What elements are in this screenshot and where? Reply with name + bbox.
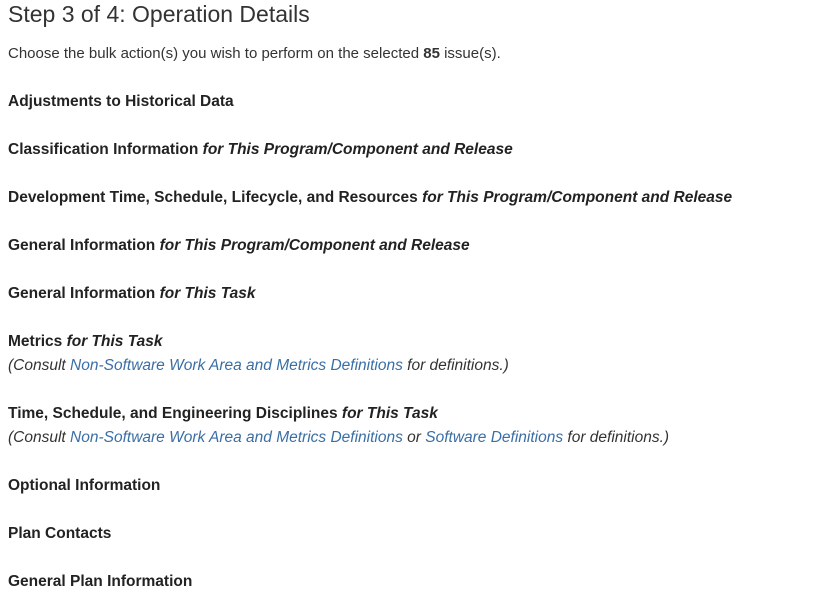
section-qualifier: for This Task <box>341 405 438 422</box>
section-label: Development Time, Schedule, Lifecycle, a… <box>8 189 418 206</box>
section-historical-data: Adjustments to Historical Data <box>8 93 234 111</box>
section-qualifier: for This Program/Component and Release <box>202 141 513 158</box>
section-qualifier: for This Task <box>159 285 256 302</box>
section-qualifier: for This Program/Component and Release <box>422 189 733 206</box>
section-toggle-general-plan[interactable]: General Plan Information <box>8 573 192 591</box>
section-toggle-historical-data[interactable]: Adjustments to Historical Data <box>8 93 234 111</box>
section-metrics: Metrics for This Task (Consult Non-Softw… <box>8 333 509 375</box>
section-development: Development Time, Schedule, Lifecycle, a… <box>8 189 732 207</box>
section-toggle-classification[interactable]: Classification Information for This Prog… <box>8 141 513 159</box>
section-time-schedule: Time, Schedule, and Engineering Discipli… <box>8 405 669 447</box>
page-title: Step 3 of 4: Operation Details <box>8 1 310 27</box>
software-definitions-link[interactable]: Software Definitions <box>425 429 563 446</box>
section-toggle-development[interactable]: Development Time, Schedule, Lifecycle, a… <box>8 189 732 207</box>
intro-text: Choose the bulk action(s) you wish to pe… <box>8 45 501 63</box>
section-classification: Classification Information for This Prog… <box>8 141 513 159</box>
section-toggle-optional[interactable]: Optional Information <box>8 477 160 495</box>
non-software-definitions-link[interactable]: Non-Software Work Area and Metrics Defin… <box>70 357 403 374</box>
section-qualifier: for This Program/Component and Release <box>159 237 470 254</box>
intro-suffix: issue(s). <box>444 45 501 62</box>
consult-note: (Consult Non-Software Work Area and Metr… <box>8 357 509 375</box>
intro-prefix: Choose the bulk action(s) you wish to pe… <box>8 45 420 62</box>
section-label: General Plan Information <box>8 573 193 590</box>
section-toggle-metrics[interactable]: Metrics for This Task <box>8 333 163 351</box>
consult-prefix: (Consult <box>8 429 66 446</box>
section-label: Adjustments to Historical Data <box>8 93 234 110</box>
section-label: Metrics <box>8 333 63 350</box>
consult-connector: or <box>407 429 421 446</box>
section-toggle-plan-contacts[interactable]: Plan Contacts <box>8 525 111 543</box>
section-label: General Information <box>8 237 156 254</box>
section-toggle-general-task[interactable]: General Information for This Task <box>8 285 256 303</box>
section-general-plan: General Plan Information <box>8 573 192 591</box>
section-toggle-time-schedule[interactable]: Time, Schedule, and Engineering Discipli… <box>8 405 438 423</box>
section-qualifier: for This Task <box>66 333 163 350</box>
section-general-task: General Information for This Task <box>8 285 256 303</box>
section-label: Plan Contacts <box>8 525 112 542</box>
section-general-program: General Information for This Program/Com… <box>8 237 470 255</box>
section-optional: Optional Information <box>8 477 160 495</box>
section-plan-contacts: Plan Contacts <box>8 525 111 543</box>
section-label: Optional Information <box>8 477 161 494</box>
consult-note: (Consult Non-Software Work Area and Metr… <box>8 429 669 447</box>
consult-prefix: (Consult <box>8 357 66 374</box>
consult-suffix: for definitions.) <box>407 357 509 374</box>
consult-suffix: for definitions.) <box>567 429 670 446</box>
section-label: Classification Information <box>8 141 199 158</box>
section-label: Time, Schedule, and Engineering Discipli… <box>8 405 338 422</box>
non-software-definitions-link[interactable]: Non-Software Work Area and Metrics Defin… <box>70 429 403 446</box>
section-toggle-general-program[interactable]: General Information for This Program/Com… <box>8 237 470 255</box>
issue-count: 85 <box>423 45 440 62</box>
section-label: General Information <box>8 285 156 302</box>
